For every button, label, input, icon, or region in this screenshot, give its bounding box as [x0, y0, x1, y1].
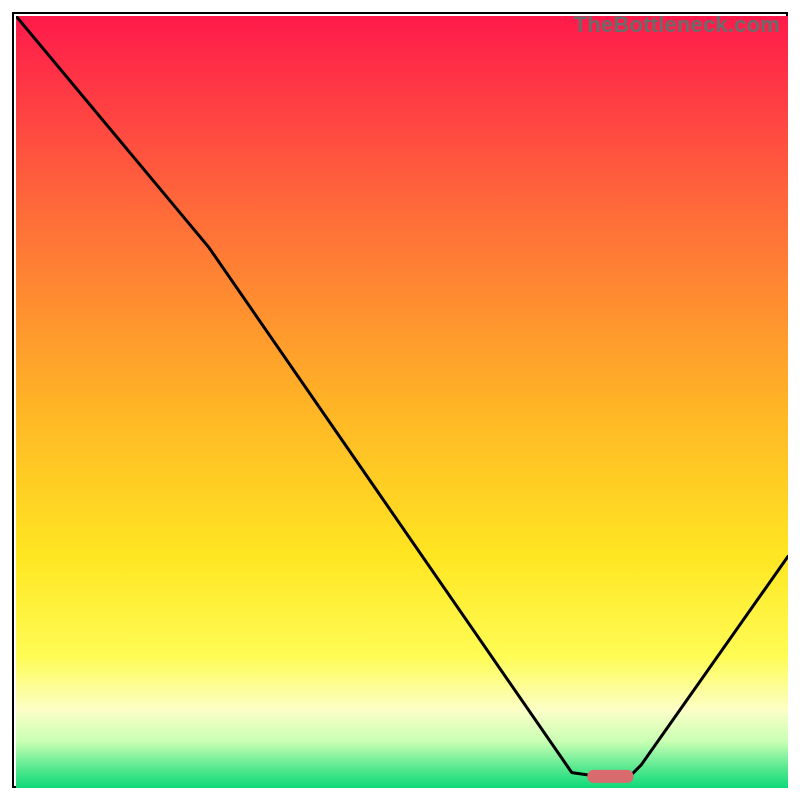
watermark-text: TheBottleneck.com [574, 12, 780, 38]
optimum-marker [587, 770, 633, 783]
plot-area [16, 16, 784, 784]
chart-frame: TheBottleneck.com [12, 12, 788, 788]
chart-svg [16, 16, 788, 788]
gradient-background [16, 16, 788, 788]
